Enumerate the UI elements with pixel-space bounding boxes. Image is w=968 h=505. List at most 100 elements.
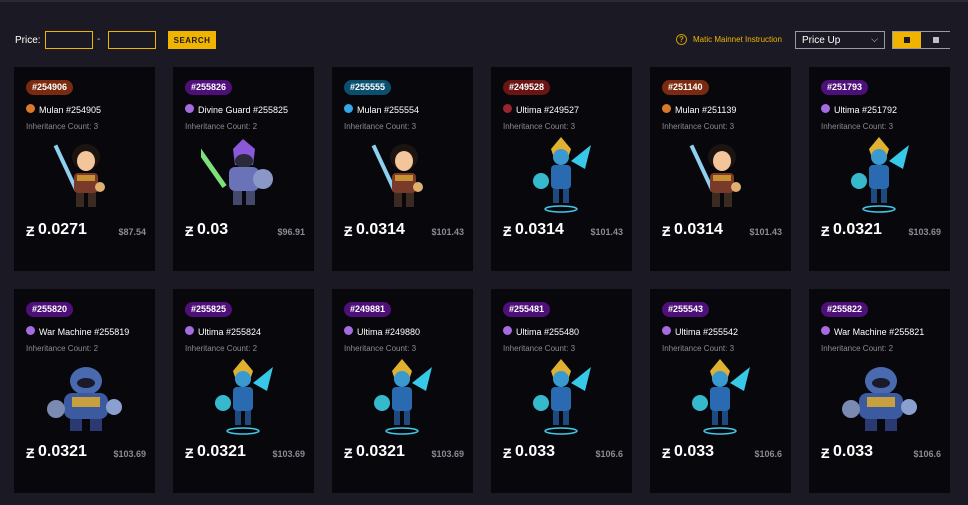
- price-max-input[interactable]: [108, 31, 156, 49]
- coin-icon: Ƶ: [821, 445, 830, 461]
- price-row: Ƶ 0.0321 $103.69: [26, 443, 146, 463]
- rarity-gem-icon: [662, 326, 671, 336]
- hero-image: [689, 144, 741, 207]
- inheritance-count: Inheritance Count: 3: [503, 122, 576, 131]
- list-view-button[interactable]: [922, 32, 950, 48]
- price-row: Ƶ 0.0314 $101.43: [344, 221, 464, 241]
- rarity-gem-icon: [26, 104, 35, 114]
- hero-name: Divine Guard #255825: [198, 104, 289, 115]
- hero-card[interactable]: #251793 Ultima #251792 Inheritance Count…: [809, 67, 950, 271]
- crypto-price: 0.033: [515, 443, 556, 460]
- usd-price: $101.43: [590, 227, 623, 237]
- grid-view-button[interactable]: [893, 32, 921, 48]
- search-button[interactable]: SEARCH: [168, 31, 216, 49]
- hero-name-row: Mulan #255554: [344, 101, 419, 115]
- hero-image: [533, 359, 591, 435]
- inheritance-count: Inheritance Count: 3: [821, 122, 894, 131]
- coin-icon: Ƶ: [503, 445, 512, 461]
- coin-icon: Ƶ: [821, 223, 830, 239]
- hero-image: [215, 359, 273, 435]
- hero-image: [851, 137, 909, 213]
- hero-image: [47, 367, 122, 431]
- token-id-badge: #255822: [821, 302, 869, 317]
- inheritance-count: Inheritance Count: 3: [344, 122, 417, 131]
- crypto-price: 0.0271: [38, 221, 87, 238]
- price-row: Ƶ 0.0314 $101.43: [503, 221, 623, 241]
- usd-price: $103.69: [113, 449, 146, 459]
- token-id-badge: #255826: [185, 80, 233, 95]
- price-row: Ƶ 0.033 $106.6: [503, 443, 623, 463]
- matic-mainnet-instruction-link[interactable]: Matic Mainnet Instruction: [693, 35, 782, 44]
- hero-name: Mulan #254905: [39, 104, 102, 115]
- hero-image: [374, 359, 432, 435]
- hero-name: Ultima #255824: [198, 326, 262, 337]
- coin-icon: Ƶ: [662, 445, 671, 461]
- price-row: Ƶ 0.033 $106.6: [662, 443, 782, 463]
- hero-card[interactable]: #251140 Mulan #251139 Inheritance Count:…: [650, 67, 791, 271]
- price-row: Ƶ 0.0321 $103.69: [821, 221, 941, 241]
- coin-icon: Ƶ: [662, 223, 671, 239]
- usd-price: $106.6: [913, 449, 941, 459]
- hero-card[interactable]: #255555 Mulan #255554 Inheritance Count:…: [332, 67, 473, 271]
- price-min-input[interactable]: [45, 31, 93, 49]
- usd-price: $103.69: [272, 449, 305, 459]
- inheritance-count: Inheritance Count: 2: [185, 122, 258, 131]
- coin-icon: Ƶ: [26, 445, 35, 461]
- crypto-price: 0.0314: [515, 221, 564, 238]
- hero-card[interactable]: #255826 Divine Guard #255825 Inheritance…: [173, 67, 314, 271]
- usd-price: $103.69: [908, 227, 941, 237]
- hero-name-row: Ultima #249880: [344, 323, 421, 337]
- inheritance-count: Inheritance Count: 3: [662, 344, 735, 353]
- rarity-gem-icon: [185, 104, 194, 114]
- hero-image: [692, 359, 750, 435]
- filter-toolbar: Price: - SEARCH ? Matic Mainnet Instruct…: [0, 30, 968, 52]
- hero-card[interactable]: #249881 Ultima #249880 Inheritance Count…: [332, 289, 473, 493]
- rarity-gem-icon: [503, 326, 512, 336]
- hero-name-row: Divine Guard #255825: [185, 101, 289, 115]
- price-row: Ƶ 0.0271 $87.54: [26, 221, 146, 241]
- token-id-badge: #251793: [821, 80, 869, 95]
- coin-icon: Ƶ: [344, 445, 353, 461]
- inheritance-count: Inheritance Count: 3: [26, 122, 99, 131]
- token-id-badge: #255820: [26, 302, 74, 317]
- hero-card[interactable]: #255825 Ultima #255824 Inheritance Count…: [173, 289, 314, 493]
- hero-name-row: War Machine #255819: [26, 323, 130, 337]
- sort-select[interactable]: Price Up ⌵: [795, 31, 885, 49]
- usd-price: $87.54: [118, 227, 146, 237]
- usd-price: $101.43: [749, 227, 782, 237]
- token-id-badge: #255481: [503, 302, 551, 317]
- crypto-price: 0.0321: [38, 443, 87, 460]
- usd-price: $103.69: [431, 449, 464, 459]
- hero-name-row: Ultima #255480: [503, 323, 579, 337]
- question-icon: ?: [676, 34, 687, 45]
- hero-name: Mulan #251139: [675, 104, 737, 115]
- price-row: Ƶ 0.0314 $101.43: [662, 221, 782, 241]
- inheritance-count: Inheritance Count: 2: [821, 344, 894, 353]
- hero-card[interactable]: #255481 Ultima #255480 Inheritance Count…: [491, 289, 632, 493]
- crypto-price: 0.0321: [356, 443, 405, 460]
- hero-image: [201, 139, 273, 205]
- coin-icon: Ƶ: [185, 445, 194, 461]
- crypto-price: 0.0314: [674, 221, 723, 238]
- crypto-price: 0.0321: [833, 221, 882, 238]
- hero-card[interactable]: #255543 Ultima #255542 Inheritance Count…: [650, 289, 791, 493]
- inheritance-count: Inheritance Count: 2: [185, 344, 258, 353]
- price-row: Ƶ 0.033 $106.6: [821, 443, 941, 463]
- hero-name-row: Ultima #255824: [185, 323, 262, 337]
- hero-name: War Machine #255819: [39, 326, 130, 337]
- hero-card[interactable]: #254906 Mulan #254905 Inheritance Count:…: [14, 67, 155, 271]
- coin-icon: Ƶ: [26, 223, 35, 239]
- hero-name: Ultima #249880: [357, 326, 421, 337]
- hero-card[interactable]: #255822 War Machine #255821 Inheritance …: [809, 289, 950, 493]
- view-toggle: [892, 31, 950, 49]
- inheritance-count: Inheritance Count: 3: [344, 344, 417, 353]
- rarity-gem-icon: [26, 326, 35, 336]
- rarity-gem-icon: [185, 326, 194, 336]
- hero-name-row: War Machine #255821: [821, 323, 924, 337]
- hero-name-row: Ultima #249527: [503, 101, 579, 115]
- hero-card[interactable]: #249528 Ultima #249527 Inheritance Count…: [491, 67, 632, 271]
- hero-image: [371, 144, 423, 207]
- hero-card[interactable]: #255820 War Machine #255819 Inheritance …: [14, 289, 155, 493]
- rarity-gem-icon: [821, 326, 830, 336]
- crypto-price: 0.033: [833, 443, 874, 460]
